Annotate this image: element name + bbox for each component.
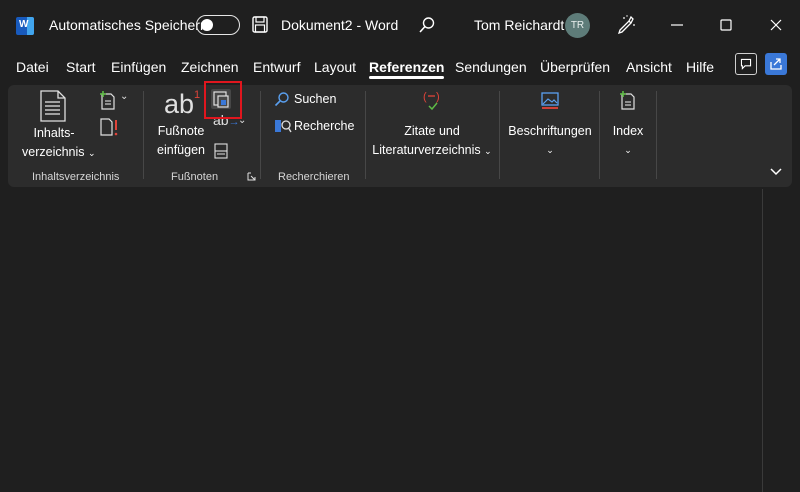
document-title: Dokument2 - Word [281,17,399,33]
insert-footnote-icon: ab1 [164,89,201,119]
autosave-label: Automatisches Speichern [49,17,208,33]
tab-start[interactable]: Start [66,59,96,75]
tab-ansicht[interactable]: Ansicht [626,59,672,75]
user-name: Tom Reichardt [474,17,565,33]
tab-einfuegen[interactable]: Einfügen [111,59,166,75]
word-icon: W [16,17,34,35]
add-text-icon[interactable] [99,91,117,111]
tab-entwurf[interactable]: Entwurf [253,59,300,75]
close-icon[interactable] [765,14,787,36]
captions-label: Beschriftungen [508,124,592,138]
insert-caption-icon [541,92,559,109]
search-button[interactable]: Suchen [294,90,336,109]
index-button[interactable]: Index ⌄ [604,122,652,160]
toc-button[interactable]: Inhalts- verzeichnis ⌄ [22,124,96,163]
tab-sendungen[interactable]: Sendungen [455,59,527,75]
save-icon[interactable] [252,16,268,33]
researcher-button[interactable]: Recherche [294,117,354,136]
chevron-down-icon[interactable] [769,164,783,178]
search-icon[interactable] [418,16,436,34]
chevron-down-icon: ⌄ [546,145,554,155]
ribbon: Inhalts- verzeichnis ⌄ ⌄ Inhaltsverzeich… [8,85,792,187]
dialog-launcher-icon[interactable] [247,172,256,181]
tab-referenzen[interactable]: Referenzen [369,59,445,79]
maximize-icon[interactable] [715,14,737,36]
group-label-research: Recherchieren [278,171,350,183]
tab-ueberpruefen[interactable]: Überprüfen [540,59,610,75]
tab-datei[interactable]: Datei [16,59,49,75]
index-icon [620,91,635,110]
table-of-contents-icon [40,90,66,122]
tab-zeichnen[interactable]: Zeichnen [181,59,239,75]
toc-label-line1: Inhalts- [33,126,75,140]
document-canvas[interactable] [0,187,800,492]
ribbon-tabs: Datei Start Einfügen Zeichnen Entwurf La… [0,50,800,84]
chevron-down-icon[interactable]: ⌄ [120,91,128,102]
chevron-down-icon: ⌄ [484,146,492,156]
citations-bibliography-button[interactable]: Zitate und Literaturverzeichnis ⌄ [372,122,492,161]
insert-footnote-button[interactable]: Fußnote einfügen [152,122,210,160]
update-table-icon[interactable] [99,117,119,137]
autosave-toggle[interactable] [196,15,240,35]
chevron-down-icon: ⌄ [624,145,632,155]
toc-label-line2: verzeichnis ⌄ [22,145,96,159]
title-bar: W Automatisches Speichern Dokument2 - Wo… [0,0,800,50]
researcher-icon[interactable] [274,118,292,134]
index-label: Index [612,124,644,138]
page-edge [762,189,763,492]
group-label-toc: Inhaltsverzeichnis [32,171,120,183]
group-label-footnotes: Fußnoten [171,171,219,183]
chevron-down-icon: ⌄ [88,148,96,158]
avatar[interactable]: TR [565,13,590,38]
insert-footnote-line1: Fußnote [157,124,205,138]
tab-hilfe[interactable]: Hilfe [686,59,714,75]
tab-layout[interactable]: Layout [314,59,356,75]
show-notes-icon[interactable] [214,143,228,159]
search-icon[interactable] [274,91,290,107]
pen-icon[interactable] [616,14,636,34]
share-icon[interactable] [765,53,787,75]
svg-text:(: ( [423,91,427,103]
insert-footnote-line2: einfügen [157,143,205,157]
highlight-box [204,81,242,119]
captions-button[interactable]: Beschriftungen ⌄ [506,122,594,160]
citation-icon: ( ) [423,91,440,111]
svg-text:): ) [436,91,440,103]
comments-icon[interactable] [735,53,757,75]
citations-line2: Literaturverzeichnis ⌄ [372,143,492,157]
citations-line1: Zitate und [404,124,460,138]
minimize-icon[interactable] [666,14,688,36]
